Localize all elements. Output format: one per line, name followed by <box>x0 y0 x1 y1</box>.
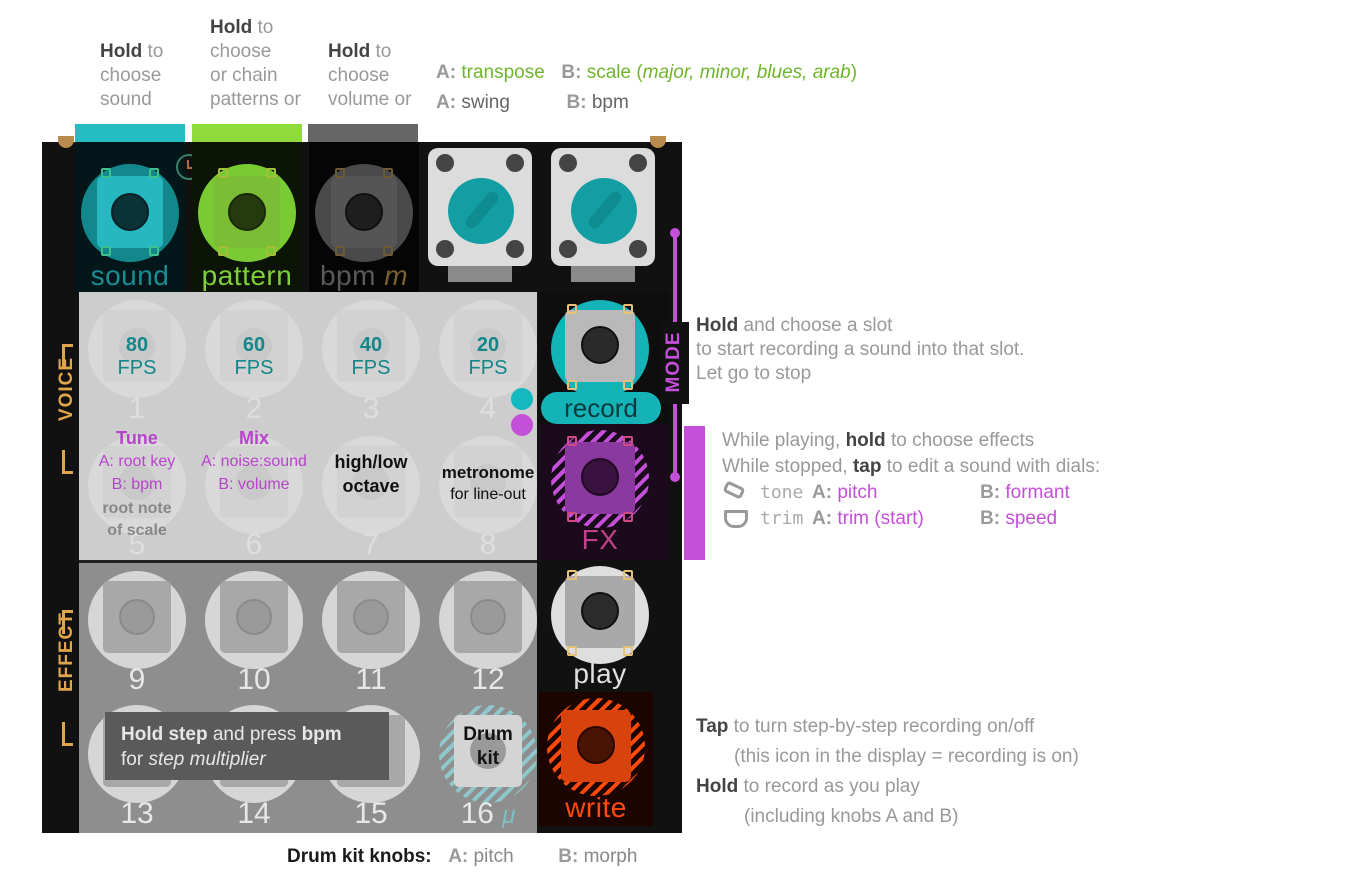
effect-bracket-top <box>62 610 73 634</box>
bpm-color-swatch <box>308 124 418 144</box>
step-button-9[interactable]: 9 <box>79 563 195 696</box>
micro-suffix: μ <box>502 802 516 829</box>
write-button[interactable]: write <box>539 692 653 826</box>
voice-bracket-bottom <box>62 450 73 474</box>
knobs-note: A: transpose B: scale (major, minor, blu… <box>436 58 857 118</box>
knob-b[interactable] <box>551 148 655 286</box>
drum-kit-label: Drum kit <box>463 724 513 769</box>
screw-icon <box>650 136 666 148</box>
knobs-note-row1: A: transpose B: scale (major, minor, blu… <box>436 62 858 83</box>
pattern-label: pattern <box>201 260 293 291</box>
record-note: Hold and choose a slot to start recordin… <box>696 315 1025 384</box>
sound-label: sound <box>90 260 170 291</box>
pattern-button-cap <box>228 193 266 231</box>
step-button-12[interactable]: 12 <box>430 563 546 696</box>
fps-label: 80 FPS <box>117 334 157 379</box>
play-button-cap <box>581 592 619 630</box>
pattern-button[interactable]: pattern <box>192 142 302 292</box>
step-button-7[interactable]: 7 high/low octave <box>313 428 429 561</box>
fx-highlight-bar <box>684 426 705 560</box>
fx-button[interactable]: FX <box>539 424 669 560</box>
bpm-label: bpm <box>319 260 376 291</box>
bpm-button[interactable]: bpm m <box>309 142 419 292</box>
fx-note: While playing, hold to choose effects Wh… <box>722 428 1100 532</box>
step-button-16[interactable]: 16 μ Drum kit <box>430 697 546 830</box>
play-button[interactable]: play <box>539 560 669 692</box>
voice-bracket-top <box>62 344 73 368</box>
bottle-icon <box>722 480 750 500</box>
cup-icon <box>724 510 748 528</box>
mode-label: MODE <box>663 331 684 393</box>
metronome-function: metronome for line-out <box>441 463 535 503</box>
tune-function: Tune A: root key B: bpm root note of sca… <box>98 428 176 539</box>
fx-trim-row: trim A: trim (start) B: speed <box>722 506 1100 532</box>
step-button-5[interactable]: 5 Tune A: root key B: bpm root note of s… <box>79 428 195 561</box>
fps-label: 20 FPS <box>468 334 508 379</box>
step-multiplier-tip: Hold step and press bpm for step multipl… <box>105 712 389 780</box>
knobs-note-row2: A: swing B: bpm <box>436 92 629 113</box>
write-button-cap <box>577 726 615 764</box>
record-button-cap <box>581 326 619 364</box>
play-label: play <box>573 658 627 689</box>
fps-label: 40 FPS <box>351 334 391 379</box>
step-button-8[interactable]: 8 metronome for line-out <box>430 428 546 561</box>
effect-bracket-bottom <box>62 722 73 746</box>
record-button[interactable]: record <box>539 292 669 424</box>
effect-panel: 9 10 11 12 13 14 15 16 μ Drum kit Hold s… <box>79 560 537 833</box>
pattern-note: Hold to choose or chain patterns or <box>210 17 301 110</box>
write-label: write <box>565 792 627 823</box>
screw-icon <box>58 136 74 148</box>
knob-a[interactable] <box>428 148 532 286</box>
fps-label: 60 FPS <box>234 334 274 379</box>
fx-button-cap <box>581 458 619 496</box>
octave-function: high/low octave <box>334 452 408 496</box>
step-button-2[interactable]: 2 60 FPS <box>196 292 312 425</box>
step-button-10[interactable]: 10 <box>196 563 312 696</box>
pattern-color-swatch <box>192 124 302 144</box>
fx-tone-row: tone A: pitch B: formant <box>722 480 1100 506</box>
bpm-button-cap <box>345 193 383 231</box>
bpm-suffix: m <box>384 260 409 291</box>
record-mode-dot <box>511 388 533 410</box>
voice-panel: 1 80 FPS 2 60 FPS 3 40 FPS 4 20 FPS 5 Tune A… <box>79 292 537 561</box>
sound-color-swatch <box>75 124 185 144</box>
step-button-3[interactable]: 3 40 FPS <box>313 292 429 425</box>
record-label: record <box>541 392 661 424</box>
hold-label: Hold <box>328 41 371 62</box>
hold-label: Hold <box>100 41 143 62</box>
fx-label: FX <box>581 524 619 555</box>
knob-a-cap <box>448 178 514 244</box>
step-button-1[interactable]: 1 80 FPS <box>79 292 195 425</box>
write-note: Tap to turn step-by-step recording on/of… <box>696 716 1079 827</box>
bpm-note: Hold to choose volume or <box>328 41 412 110</box>
knob-b-cap <box>571 178 637 244</box>
drum-kit-knobs-note: Drum kit knobs: A: pitch B: morph <box>287 846 638 867</box>
sound-note: Hold to choose sound <box>100 41 164 110</box>
hold-label: Hold <box>210 17 253 38</box>
sound-button[interactable]: sound <box>75 142 185 292</box>
step-button-6[interactable]: 6 Mix A: noise:sound B: volume <box>196 428 312 561</box>
device-panel: sound pattern bpm m VOICE EFFECT 1 80 FP… <box>42 136 689 833</box>
step-button-11[interactable]: 11 <box>313 563 429 696</box>
sound-button-cap <box>111 193 149 231</box>
mix-function: Mix A: noise:sound B: volume <box>201 428 307 493</box>
